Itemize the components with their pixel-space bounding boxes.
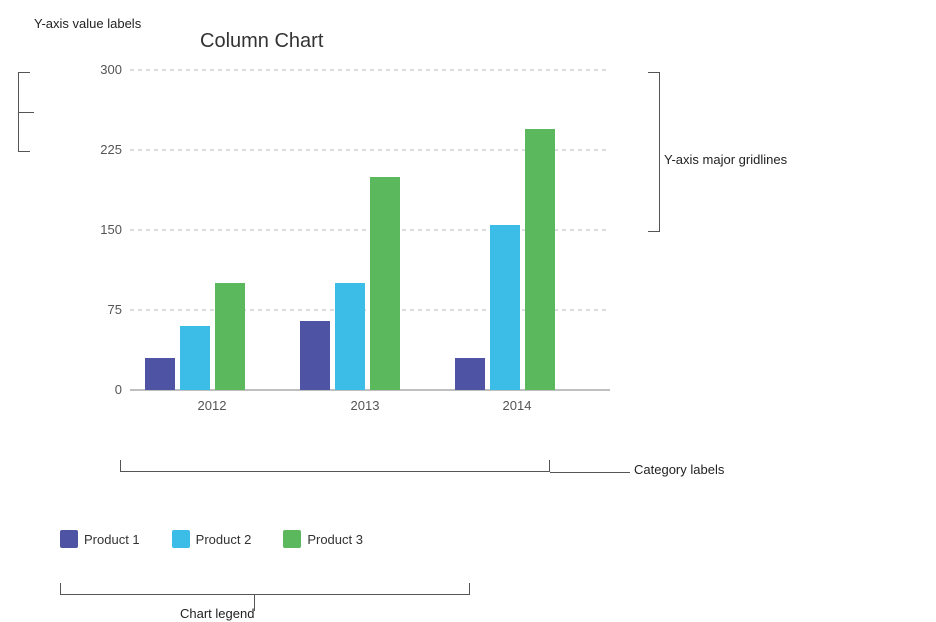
y-label-150: 150 xyxy=(100,222,122,237)
legend-bracket xyxy=(60,583,470,595)
legend-item-p1: Product 1 xyxy=(60,530,140,548)
y-axis-annotation: Y-axis value labels xyxy=(34,16,141,31)
page: Column Chart 300 225 150 75 0 2012 xyxy=(0,0,936,622)
legend-swatch-p3 xyxy=(283,530,301,548)
y-axis-bracket-line xyxy=(18,112,34,113)
category-bracket xyxy=(120,460,550,472)
y-label-300: 300 xyxy=(100,62,122,77)
gridlines-annotation: Y-axis major gridlines xyxy=(664,152,787,167)
bar-2012-p2 xyxy=(180,326,210,390)
x-label-2013: 2013 xyxy=(351,398,380,413)
bar-2013-p1 xyxy=(300,321,330,390)
y-label-225: 225 xyxy=(100,142,122,157)
legend-item-p3: Product 3 xyxy=(283,530,363,548)
legend-label-p2: Product 2 xyxy=(196,532,252,547)
legend-item-p2: Product 2 xyxy=(172,530,252,548)
legend-swatch-p2 xyxy=(172,530,190,548)
bar-2014-p1 xyxy=(455,358,485,390)
y-label-75: 75 xyxy=(108,302,122,317)
bar-2012-p3 xyxy=(215,283,245,390)
chart-svg: 300 225 150 75 0 2012 2013 2014 xyxy=(80,70,660,490)
x-label-2014: 2014 xyxy=(503,398,532,413)
chart-title: Column Chart xyxy=(200,30,323,53)
legend-label-p3: Product 3 xyxy=(307,532,363,547)
y-label-0: 0 xyxy=(115,382,122,397)
bar-2014-p2 xyxy=(490,225,520,390)
category-line xyxy=(550,472,630,473)
x-label-2012: 2012 xyxy=(198,398,227,413)
legend-label-p1: Product 1 xyxy=(84,532,140,547)
bar-2014-p3 xyxy=(525,129,555,390)
legend-annotation: Chart legend xyxy=(180,606,254,621)
bar-2013-p3 xyxy=(370,177,400,390)
bar-2012-p1 xyxy=(145,358,175,390)
category-annotation: Category labels xyxy=(634,462,724,477)
gridlines-bracket xyxy=(648,72,660,232)
bar-2013-p2 xyxy=(335,283,365,390)
legend-swatch-p1 xyxy=(60,530,78,548)
legend: Product 1 Product 2 Product 3 xyxy=(60,530,363,548)
